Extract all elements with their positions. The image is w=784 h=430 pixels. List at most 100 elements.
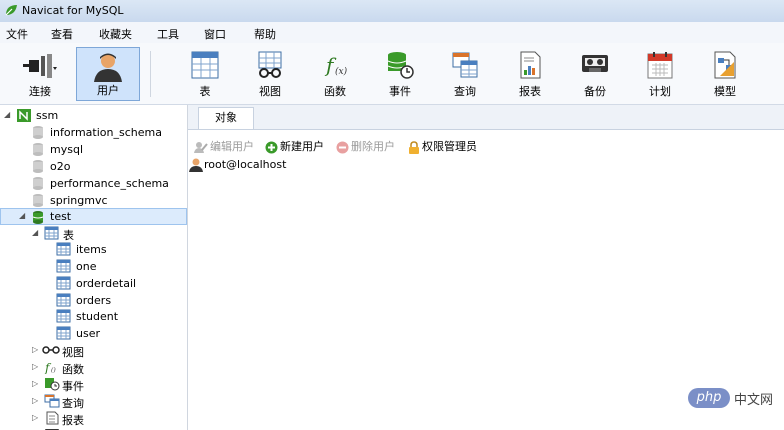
menu-window[interactable]: 窗口 xyxy=(204,26,226,42)
toolbar-connection-button[interactable]: 连接 xyxy=(10,47,70,101)
add-icon xyxy=(265,141,278,153)
toolbar-view-button[interactable]: 视图 xyxy=(248,47,292,101)
event-clock-icon xyxy=(387,52,414,79)
tree-table-item[interactable]: orders xyxy=(0,292,187,309)
collapse-arrow-icon[interactable]: ◢ xyxy=(4,110,10,119)
main-toolbar: 连接 用户 表 视图 f (x) 函数 事件 查询 报表 备份 计划 模型 xyxy=(0,43,784,105)
navigation-tree[interactable]: ◢ ssm information_schema mysql o2o perfo… xyxy=(0,105,188,430)
tree-table-item[interactable]: items xyxy=(0,241,187,258)
lock-icon xyxy=(409,140,419,154)
delete-user-button[interactable]: 删除用户 xyxy=(336,138,395,154)
collapse-arrow-icon[interactable]: ◢ xyxy=(32,228,38,237)
expand-arrow-icon[interactable]: ▷ xyxy=(32,345,38,354)
action-label: 删除用户 xyxy=(351,140,395,153)
toolbar-report-button[interactable]: 报表 xyxy=(508,47,552,101)
table-icon xyxy=(56,326,71,340)
tree-table-item[interactable]: orderdetail xyxy=(0,275,187,292)
tree-label: orderdetail xyxy=(76,277,137,290)
privilege-manager-button[interactable]: 权限管理员 xyxy=(408,138,477,154)
collapse-arrow-icon[interactable]: ◢ xyxy=(19,211,25,220)
tree-group-functions[interactable]: ▷ f() 函数 xyxy=(0,359,187,376)
svg-text:(x): (x) xyxy=(335,66,348,77)
tree-group-reports[interactable]: ▷ 报表 xyxy=(0,410,187,427)
tree-label: one xyxy=(76,260,97,273)
expand-arrow-icon[interactable]: ▷ xyxy=(32,396,38,405)
tree-table-item[interactable]: one xyxy=(0,258,187,275)
user-name: root@localhost xyxy=(204,158,287,171)
tree-database[interactable]: o2o xyxy=(0,158,187,175)
delete-icon xyxy=(336,141,349,153)
toolbar-schedule-button[interactable]: 计划 xyxy=(638,47,682,101)
watermark-text: 中文网 xyxy=(734,393,774,408)
schedule-calendar-icon xyxy=(647,52,673,79)
tree-label: items xyxy=(76,243,107,256)
svg-text:(): () xyxy=(51,367,56,374)
database-green-icon xyxy=(32,211,44,224)
toolbar-label: 事件 xyxy=(389,85,411,98)
action-label: 新建用户 xyxy=(280,140,324,153)
tab-strip: 对象 xyxy=(188,105,784,130)
tree-label: information_schema xyxy=(50,126,162,139)
database-gray-icon xyxy=(33,160,43,173)
tree-group-backups[interactable]: ▷ 备份 xyxy=(0,426,187,430)
user-icon xyxy=(189,158,203,172)
query-icon xyxy=(44,394,60,408)
database-gray-icon xyxy=(33,177,43,190)
user-icon xyxy=(94,53,122,82)
menu-bar: 文件 查看 收藏夹 工具 窗口 帮助 xyxy=(0,22,784,44)
action-label: 权限管理员 xyxy=(422,140,477,153)
tree-label: orders xyxy=(76,294,112,307)
function-icon: f() xyxy=(44,361,56,374)
menu-view[interactable]: 查看 xyxy=(51,26,73,42)
tree-database[interactable]: information_schema xyxy=(0,124,187,141)
tree-group-views[interactable]: ▷ 视图 xyxy=(0,342,187,359)
table-icon xyxy=(56,309,71,323)
menu-file[interactable]: 文件 xyxy=(6,26,28,42)
tree-label: 函数 xyxy=(62,363,84,376)
expand-arrow-icon[interactable]: ▷ xyxy=(32,379,38,388)
tree-database[interactable]: performance_schema xyxy=(0,175,187,192)
toolbar-query-button[interactable]: 查询 xyxy=(443,47,487,101)
table-icon xyxy=(56,242,71,256)
toolbar-user-button[interactable]: 用户 xyxy=(76,47,140,101)
tab-objects[interactable]: 对象 xyxy=(198,107,254,129)
tree-table-item[interactable]: student xyxy=(0,308,187,325)
toolbar-function-button[interactable]: f (x) 函数 xyxy=(313,47,357,101)
toolbar-backup-button[interactable]: 备份 xyxy=(573,47,617,101)
report-icon xyxy=(520,51,541,79)
edit-user-button[interactable]: 编辑用户 xyxy=(194,138,254,154)
new-user-button[interactable]: 新建用户 xyxy=(265,138,324,154)
toolbar-model-button[interactable]: 模型 xyxy=(703,47,747,101)
menu-tools[interactable]: 工具 xyxy=(157,26,179,42)
tree-group-queries[interactable]: ▷ 查询 xyxy=(0,393,187,410)
user-list-item[interactable]: root@localhost xyxy=(188,158,286,176)
expand-arrow-icon[interactable]: ▷ xyxy=(32,413,38,422)
tree-label: springmvc xyxy=(50,194,108,207)
query-icon xyxy=(452,52,478,78)
tree-label: performance_schema xyxy=(50,177,169,190)
toolbar-label: 函数 xyxy=(324,85,346,98)
tree-database[interactable]: springmvc xyxy=(0,192,187,209)
table-icon xyxy=(56,259,71,273)
table-icon xyxy=(56,276,71,290)
tree-database-test[interactable]: ◢ test xyxy=(0,208,187,225)
tree-group-tables[interactable]: ◢ 表 xyxy=(0,225,187,242)
toolbar-event-button[interactable]: 事件 xyxy=(378,47,422,101)
toolbar-label: 模型 xyxy=(714,85,736,98)
tree-label: mysql xyxy=(50,143,83,156)
toolbar-table-button[interactable]: 表 xyxy=(183,47,227,101)
expand-arrow-icon[interactable]: ▷ xyxy=(32,362,38,371)
tree-label: 事件 xyxy=(62,380,84,393)
menu-favorites[interactable]: 收藏夹 xyxy=(99,26,132,42)
tree-group-events[interactable]: ▷ 事件 xyxy=(0,376,187,393)
menu-help[interactable]: 帮助 xyxy=(254,26,276,42)
tree-database[interactable]: mysql xyxy=(0,141,187,158)
event-clock-icon xyxy=(45,378,60,391)
tree-connection-ssm[interactable]: ◢ ssm xyxy=(0,107,187,124)
title-bar: Navicat for MySQL xyxy=(0,0,784,23)
backup-tape-icon xyxy=(582,55,608,72)
tree-table-item[interactable]: user xyxy=(0,325,187,342)
database-gray-icon xyxy=(33,126,43,139)
toolbar-label: 报表 xyxy=(519,85,541,98)
action-label: 编辑用户 xyxy=(210,140,254,153)
